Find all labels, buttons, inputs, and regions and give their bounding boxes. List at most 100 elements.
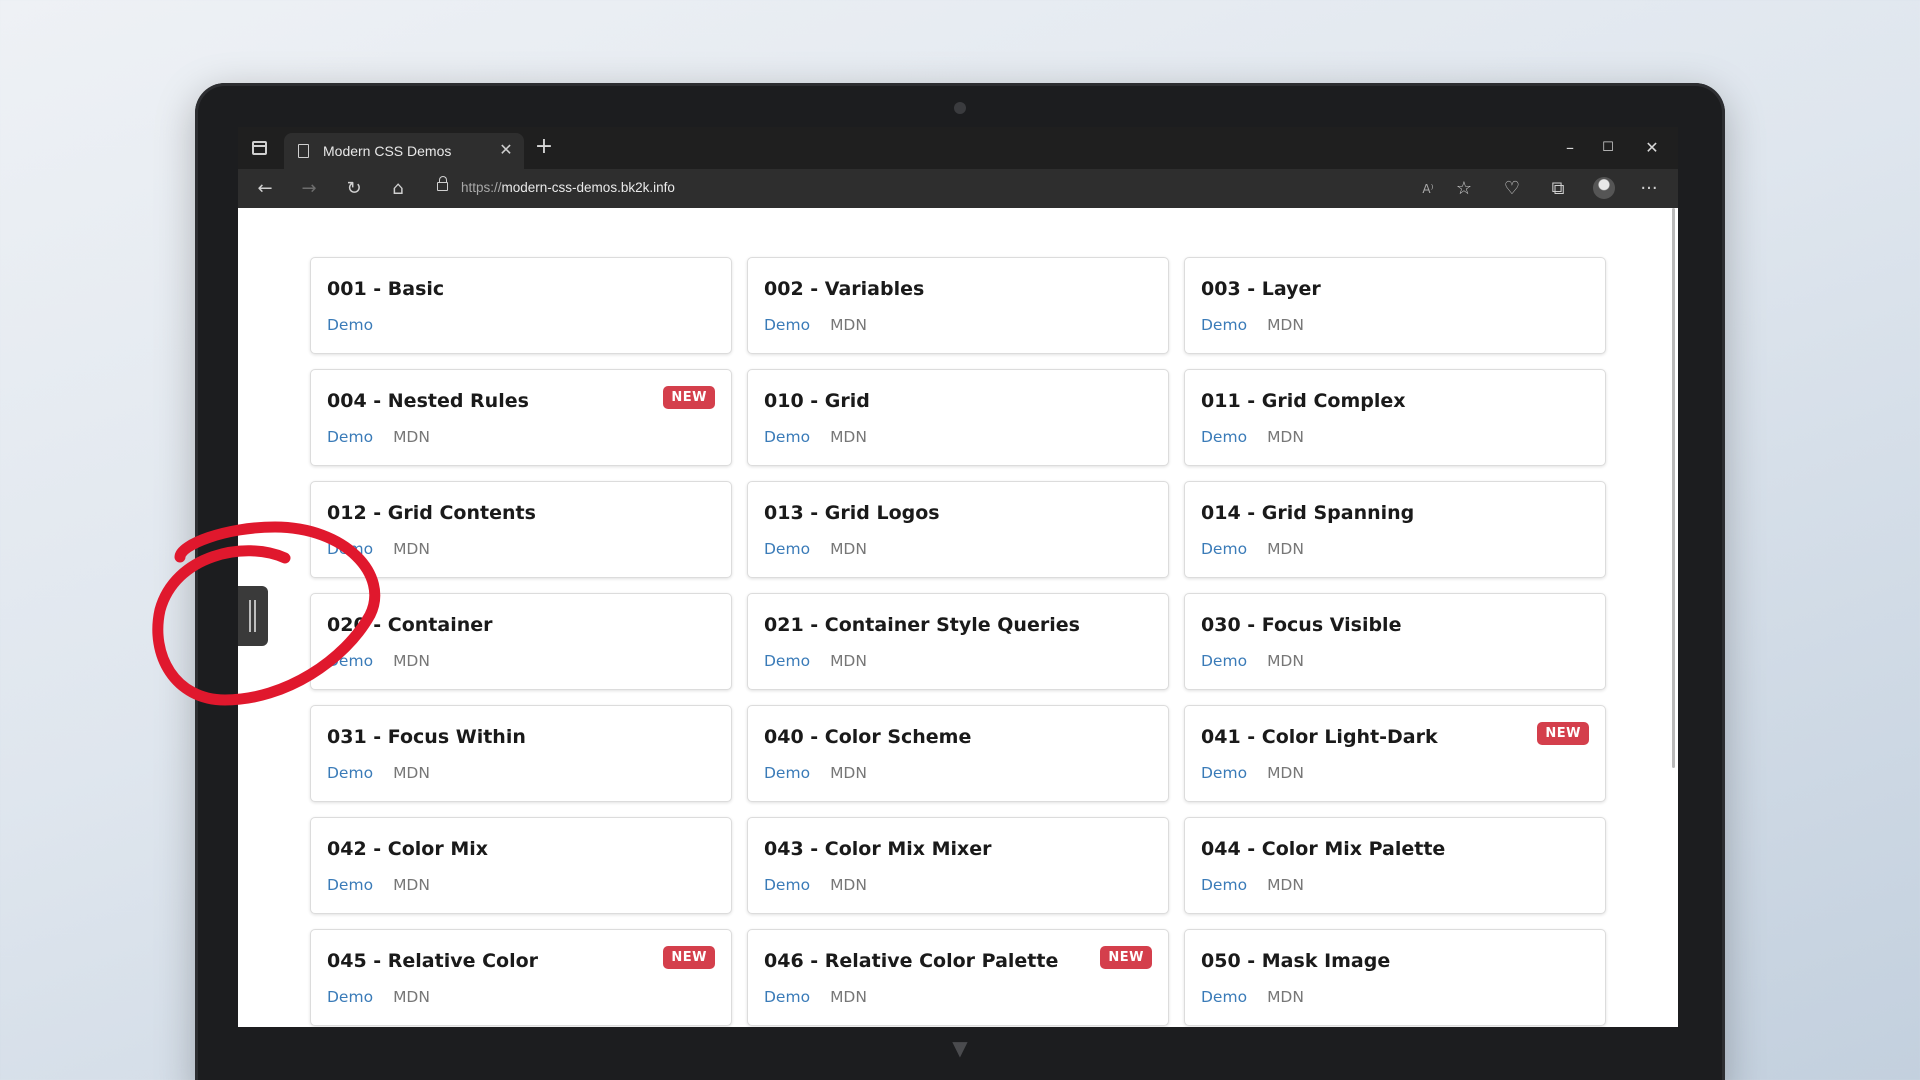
demo-link[interactable]: Demo xyxy=(327,876,373,894)
mdn-link[interactable]: MDN xyxy=(830,316,867,334)
demo-link[interactable]: Demo xyxy=(1201,540,1247,558)
mdn-link[interactable]: MDN xyxy=(1267,428,1304,446)
demo-link[interactable]: Demo xyxy=(327,540,373,558)
mdn-link[interactable]: MDN xyxy=(1267,540,1304,558)
demo-card: 012 - Grid Contents Demo MDN xyxy=(310,481,732,578)
mdn-link[interactable]: MDN xyxy=(1267,652,1304,670)
close-tab-icon[interactable]: ✕ xyxy=(496,140,516,160)
demo-link[interactable]: Demo xyxy=(764,428,810,446)
demo-card: 020 - Container Demo MDN xyxy=(310,593,732,690)
back-icon[interactable]: ← xyxy=(253,177,277,201)
mdn-link[interactable]: MDN xyxy=(830,876,867,894)
mdn-link[interactable]: MDN xyxy=(830,988,867,1006)
read-aloud-icon[interactable]: A⁾ xyxy=(1416,177,1440,201)
card-title: 030 - Focus Visible xyxy=(1201,614,1402,636)
demo-card: 041 - Color Light-Dark Demo MDN NEW xyxy=(1184,705,1606,802)
demo-card: 043 - Color Mix Mixer Demo MDN xyxy=(747,817,1169,914)
card-title: 012 - Grid Contents xyxy=(327,502,536,524)
card-links: Demo MDN xyxy=(1201,876,1304,894)
mdn-link[interactable]: MDN xyxy=(830,540,867,558)
forward-icon[interactable]: → xyxy=(297,177,321,201)
demo-link[interactable]: Demo xyxy=(327,428,373,446)
new-badge: NEW xyxy=(1537,722,1589,745)
demo-link[interactable]: Demo xyxy=(1201,764,1247,782)
demo-card: 014 - Grid Spanning Demo MDN xyxy=(1184,481,1606,578)
demo-card: 050 - Mask Image Demo MDN xyxy=(1184,929,1606,1026)
demo-card: 044 - Color Mix Palette Demo MDN xyxy=(1184,817,1606,914)
demo-card: 046 - Relative Color Palette Demo MDN NEW xyxy=(747,929,1169,1026)
demo-link[interactable]: Demo xyxy=(1201,876,1247,894)
card-links: Demo MDN xyxy=(327,428,430,446)
new-tab-button[interactable]: + xyxy=(533,136,555,159)
demo-card: 021 - Container Style Queries Demo MDN xyxy=(747,593,1169,690)
more-icon[interactable]: ··· xyxy=(1637,177,1661,201)
address-bar[interactable]: https://modern-css-demos.bk2k.info xyxy=(431,174,1331,203)
mdn-link[interactable]: MDN xyxy=(393,764,430,782)
collections-icon[interactable]: ⧉ xyxy=(1546,177,1570,201)
demo-link[interactable]: Demo xyxy=(1201,316,1247,334)
card-title: 031 - Focus Within xyxy=(327,726,526,748)
demo-card: 004 - Nested Rules Demo MDN NEW xyxy=(310,369,732,466)
demo-link[interactable]: Demo xyxy=(327,652,373,670)
url-text[interactable]: https://modern-css-demos.bk2k.info xyxy=(461,180,675,195)
mdn-link[interactable]: MDN xyxy=(830,652,867,670)
demo-link[interactable]: Demo xyxy=(327,764,373,782)
demo-link[interactable]: Demo xyxy=(1201,652,1247,670)
mdn-link[interactable]: MDN xyxy=(393,988,430,1006)
demo-link[interactable]: Demo xyxy=(764,316,810,334)
demo-card: 013 - Grid Logos Demo MDN xyxy=(747,481,1169,578)
lock-icon[interactable] xyxy=(437,176,448,191)
mdn-link[interactable]: MDN xyxy=(393,876,430,894)
sidebar-drag-handle[interactable] xyxy=(238,586,268,646)
page-icon xyxy=(298,144,309,158)
tab-actions-icon[interactable] xyxy=(252,141,267,155)
demo-link[interactable]: Demo xyxy=(764,764,810,782)
webcam xyxy=(954,102,966,114)
maximize-button[interactable]: ☐ xyxy=(1596,137,1620,159)
card-title: 040 - Color Scheme xyxy=(764,726,972,748)
demo-link[interactable]: Demo xyxy=(764,652,810,670)
browser-tab[interactable]: Modern CSS Demos ✕ xyxy=(284,133,524,169)
browser-essentials-icon[interactable]: ♡ xyxy=(1500,177,1524,201)
home-icon[interactable]: ⌂ xyxy=(386,177,410,201)
laptop-logo: ▼ xyxy=(952,1036,968,1060)
mdn-link[interactable]: MDN xyxy=(393,428,430,446)
card-links: Demo MDN xyxy=(327,988,430,1006)
mdn-link[interactable]: MDN xyxy=(1267,876,1304,894)
profile-avatar[interactable] xyxy=(1593,177,1615,199)
card-links: Demo MDN xyxy=(1201,764,1304,782)
mdn-link[interactable]: MDN xyxy=(393,652,430,670)
demo-card: 010 - Grid Demo MDN xyxy=(747,369,1169,466)
demo-link[interactable]: Demo xyxy=(327,316,373,334)
card-title: 011 - Grid Complex xyxy=(1201,390,1406,412)
demo-link[interactable]: Demo xyxy=(1201,428,1247,446)
scrollbar[interactable] xyxy=(1672,208,1675,768)
demo-link[interactable]: Demo xyxy=(764,876,810,894)
mdn-link[interactable]: MDN xyxy=(1267,764,1304,782)
new-badge: NEW xyxy=(663,946,715,969)
tab-title: Modern CSS Demos xyxy=(323,143,452,159)
demo-card: 001 - Basic Demo xyxy=(310,257,732,354)
mdn-link[interactable]: MDN xyxy=(393,540,430,558)
card-links: Demo MDN xyxy=(327,876,430,894)
demo-link[interactable]: Demo xyxy=(327,988,373,1006)
demo-link[interactable]: Demo xyxy=(764,988,810,1006)
card-title: 044 - Color Mix Palette xyxy=(1201,838,1446,860)
minimize-button[interactable]: – xyxy=(1558,137,1582,159)
mdn-link[interactable]: MDN xyxy=(830,428,867,446)
card-title: 050 - Mask Image xyxy=(1201,950,1391,972)
card-title: 021 - Container Style Queries xyxy=(764,614,1080,636)
demo-link[interactable]: Demo xyxy=(1201,988,1247,1006)
demo-card: 003 - Layer Demo MDN xyxy=(1184,257,1606,354)
mdn-link[interactable]: MDN xyxy=(1267,988,1304,1006)
mdn-link[interactable]: MDN xyxy=(1267,316,1304,334)
demo-card: 030 - Focus Visible Demo MDN xyxy=(1184,593,1606,690)
demo-link[interactable]: Demo xyxy=(764,540,810,558)
card-title: 013 - Grid Logos xyxy=(764,502,940,524)
card-links: Demo MDN xyxy=(327,652,430,670)
refresh-icon[interactable]: ↻ xyxy=(342,177,366,201)
card-title: 014 - Grid Spanning xyxy=(1201,502,1415,524)
mdn-link[interactable]: MDN xyxy=(830,764,867,782)
favorites-icon[interactable]: ☆ xyxy=(1452,177,1476,201)
close-window-button[interactable]: ✕ xyxy=(1640,137,1664,159)
